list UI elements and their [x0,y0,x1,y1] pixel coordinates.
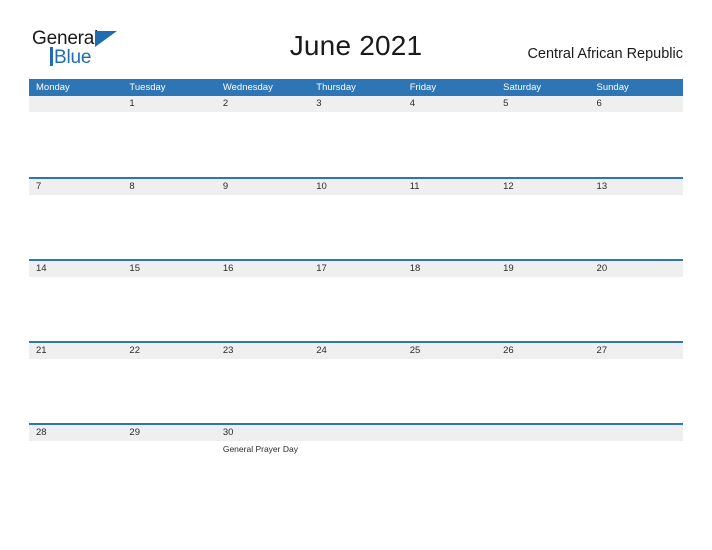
event-cell-empty [29,195,122,259]
weekday-header-tuesday: Tuesday [129,82,166,93]
day-number-17[interactable]: 17 [309,261,402,277]
event-cell-empty [29,441,122,505]
calendar-page: General Blue June 2021 Central African R… [0,0,712,550]
event-cell-empty [122,359,215,423]
event-cell-empty [122,441,215,505]
week-date-band: 123456 [29,96,683,112]
week-event-band [29,277,683,341]
day-number-16[interactable]: 16 [216,261,309,277]
event-cell-empty [309,112,402,177]
calendar-weeks: 1 2 3 4 5 6 7 8 9 10 11 12 13 14 15 16 17 18 19 20 21 22 23 24 2… [29,96,683,505]
day-number-25[interactable]: 25 [403,343,496,359]
week-event-band [29,359,683,423]
event-cell-empty [590,277,683,341]
event-cell-empty [309,195,402,259]
day-number-28[interactable]: 28 [29,425,122,441]
calendar-week-row: 7 8 9 10 11 12 13 [29,177,683,259]
event-cell-empty [216,195,309,259]
event-cell-empty [309,441,402,505]
day-number-empty [590,425,683,441]
day-number-3[interactable]: 3 [309,96,402,112]
event-cell-empty [496,441,589,505]
event-cell-empty [496,195,589,259]
event-cell-empty [403,195,496,259]
weekday-header-sunday: Sunday [596,82,629,93]
day-number-empty [403,425,496,441]
week-event-band: General Prayer Day [29,441,683,505]
day-number-23[interactable]: 23 [216,343,309,359]
event-cell-empty [29,277,122,341]
event-cell-empty [403,441,496,505]
day-number-5[interactable]: 5 [496,96,589,112]
day-number-8[interactable]: 8 [122,179,215,195]
event-cell-empty [590,441,683,505]
country-label: Central African Republic [527,46,683,62]
day-number-29[interactable]: 29 [122,425,215,441]
event-cell-empty [216,112,309,177]
weekday-header-thursday: Thursday [316,82,356,93]
event-cell-empty [496,359,589,423]
day-number-13[interactable]: 13 [590,179,683,195]
calendar-week-row: 28 29 30 General Prayer Day [29,423,683,505]
weekday-header-row: Monday Tuesday Wednesday Thursday Friday Satu… [29,79,683,96]
week-date-band: 14 15 16 17 18 19 20 [29,261,683,277]
day-number-27[interactable]: 27 [590,343,683,359]
event-cell-empty [590,112,683,177]
day-number-19[interactable]: 19 [496,261,589,277]
event-cell-empty [309,277,402,341]
event-cell-empty [403,112,496,177]
event-cell-empty [29,112,122,177]
event-cell-empty [216,277,309,341]
week-event-band [29,195,683,259]
week-date-band: 7 8 9 10 11 12 13 [29,179,683,195]
event-cell-empty [496,112,589,177]
day-number-9[interactable]: 9 [216,179,309,195]
week-date-band: 28 29 30 [29,425,683,441]
calendar-week-row: 21 22 23 24 25 26 27 [29,341,683,423]
day-number-20[interactable]: 20 [590,261,683,277]
event-cell-empty [216,359,309,423]
day-number-7[interactable]: 7 [29,179,122,195]
day-number-empty [309,425,402,441]
day-number-4[interactable]: 4 [403,96,496,112]
day-number-22[interactable]: 22 [122,343,215,359]
event-cell-empty [122,112,215,177]
day-number-26[interactable]: 26 [496,343,589,359]
day-number-2[interactable]: 2 [216,96,309,112]
event-cell-empty [590,195,683,259]
event-cell-empty [122,277,215,341]
event-cell-empty [29,359,122,423]
weekday-header-wednesday: Wednesday [222,82,273,93]
event-cell-empty [122,195,215,259]
day-number-18[interactable]: 18 [403,261,496,277]
day-number-24[interactable]: 24 [309,343,402,359]
event-cell-empty [403,277,496,341]
weekday-header-saturday: Saturday [503,82,542,93]
day-number-14[interactable]: 14 [29,261,122,277]
calendar-grid: Monday Tuesday Wednesday Thursday Friday Satu… [29,79,683,505]
calendar-week-row: 123456 [29,96,683,177]
day-number-empty [29,96,122,112]
week-event-band [29,112,683,177]
day-number-21[interactable]: 21 [29,343,122,359]
day-number-10[interactable]: 10 [309,179,402,195]
event-label[interactable]: General Prayer Day [216,441,309,505]
weekday-header-monday: Monday [36,82,70,93]
day-number-1[interactable]: 1 [122,96,215,112]
day-number-30[interactable]: 30 [216,425,309,441]
event-cell-empty [309,359,402,423]
weekday-header-friday: Friday [409,82,437,93]
day-number-6[interactable]: 6 [590,96,683,112]
calendar-week-row: 14 15 16 17 18 19 20 [29,259,683,341]
event-cell-empty [403,359,496,423]
day-number-empty [496,425,589,441]
event-cell-empty [496,277,589,341]
day-number-11[interactable]: 11 [403,179,496,195]
event-cell-empty [590,359,683,423]
day-number-12[interactable]: 12 [496,179,589,195]
week-date-band: 21 22 23 24 25 26 27 [29,343,683,359]
page-header: General Blue June 2021 Central African R… [0,0,712,78]
day-number-15[interactable]: 15 [122,261,215,277]
